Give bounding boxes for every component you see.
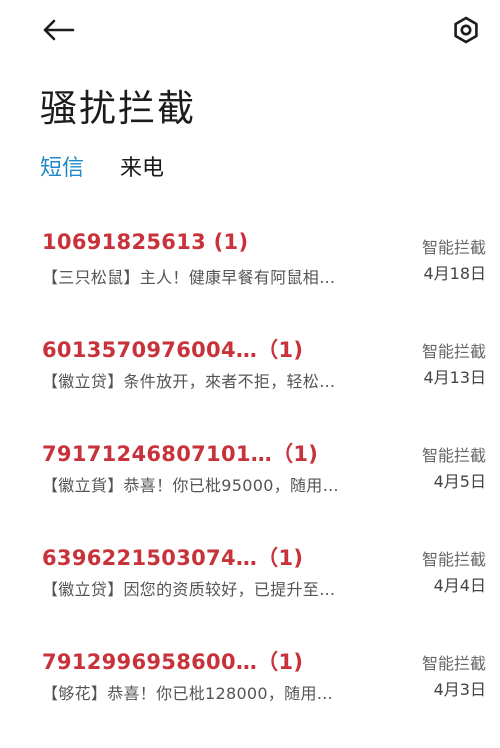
list-item[interactable]: 6396221503074…（1) 【徽立贷】因您的资质较好，已提升至… 智能拦… <box>0 540 500 644</box>
settings-button[interactable] <box>446 10 486 50</box>
list-item[interactable]: 7912996958600…（1) 【够花】恭喜！你已枇128000，随用… 智… <box>0 644 500 748</box>
message-preview: 【徽立貨】恭喜！你已枇95000，随用… <box>42 476 339 495</box>
message-sender: 6396221503074…（1) <box>42 546 304 570</box>
message-sender: 79171246807101…（1) <box>42 442 319 466</box>
list-item[interactable]: 6013570976004…（1) 【徽立贷】条件放开，來者不拒，轻松… 智能拦… <box>0 332 500 436</box>
message-sender: 6013570976004…（1) <box>42 338 304 362</box>
message-preview: 【够花】恭喜！你已枇128000，随用… <box>42 684 334 703</box>
block-reason-label: 智能拦截 <box>421 446 486 465</box>
tab-bar: 短信 来电 <box>40 150 164 182</box>
message-sender: 7912996958600…（1) <box>42 650 304 674</box>
message-preview: 【徽立贷】因您的资质较好，已提升至… <box>42 580 336 599</box>
block-reason-label: 智能拦截 <box>421 654 486 673</box>
block-reason-label: 智能拦截 <box>421 238 486 257</box>
message-sender: 10691825613 (1) <box>42 230 249 254</box>
message-preview: 【徽立贷】条件放开，來者不拒，轻松… <box>42 372 336 391</box>
message-date: 4月4日 <box>433 576 486 595</box>
block-reason-label: 智能拦截 <box>421 342 486 361</box>
list-item[interactable]: 79171246807101…（1) 【徽立貨】恭喜！你已枇95000，随用… … <box>0 436 500 540</box>
message-date: 4月3日 <box>433 680 486 699</box>
top-bar <box>0 0 500 60</box>
block-reason-label: 智能拦截 <box>421 550 486 569</box>
tab-calls[interactable]: 来电 <box>120 150 164 182</box>
list-item[interactable]: 10691825613 (1) 【三只松鼠】主人！健康早餐有阿鼠相… 智能拦截 … <box>0 228 500 332</box>
tab-sms[interactable]: 短信 <box>40 150 84 182</box>
message-list: 10691825613 (1) 【三只松鼠】主人！健康早餐有阿鼠相… 智能拦截 … <box>0 228 500 748</box>
message-date: 4月13日 <box>423 368 486 387</box>
back-arrow-icon <box>43 19 75 41</box>
message-preview: 【三只松鼠】主人！健康早餐有阿鼠相… <box>42 268 336 287</box>
settings-gear-icon <box>454 16 478 44</box>
back-button[interactable] <box>40 12 76 48</box>
message-date: 4月5日 <box>433 472 486 491</box>
message-date: 4月18日 <box>423 264 486 283</box>
page-title: 骚扰拦截 <box>40 87 196 130</box>
